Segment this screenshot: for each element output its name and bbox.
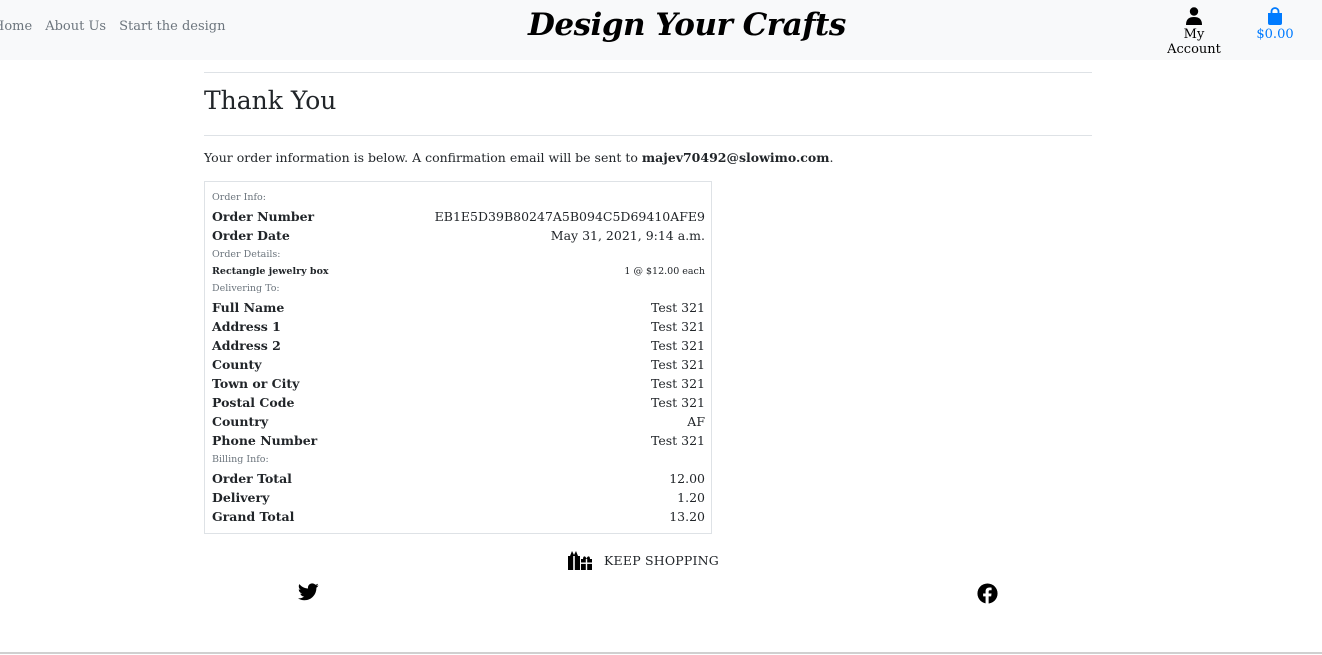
order-number-row: Order Number EB1E5D39B80247A5B094C5D6941… [212,207,705,226]
delivery-row: Address 2 Test 321 [212,336,705,355]
page-title: Thank You [204,86,337,115]
billing-label: Delivery [212,490,270,505]
facebook-link[interactable] [977,583,998,608]
confirmation-period: . [829,150,834,165]
delivery-row: Country AF [212,412,705,431]
delivery-label: Address 1 [212,319,281,334]
site-logo[interactable]: Design Your Crafts [528,7,846,43]
order-details-heading: Order Details: [212,249,281,260]
my-account-label: My Account [1167,27,1221,57]
footer-divider [0,652,1322,654]
nav-about-link[interactable]: About Us [45,19,106,34]
billing-row: Delivery 1.20 [212,488,705,507]
delivery-value: Test 321 [650,357,705,372]
delivery-value: Test 321 [650,376,705,391]
delivery-row: Phone Number Test 321 [212,431,705,450]
confirmation-message: Your order information is below. A confi… [204,150,833,165]
user-icon [1186,7,1202,25]
billing-label: Order Total [212,471,292,486]
facebook-icon [977,583,998,604]
delivery-value: Test 321 [650,319,705,334]
billing-label: Grand Total [212,509,295,524]
order-item-row: Rectangle jewelry box 1 @ $12.00 each [212,262,705,281]
delivery-label: Phone Number [212,433,318,448]
delivery-label: Address 2 [212,338,281,353]
delivery-value: Test 321 [650,300,705,315]
gifts-icon [568,551,592,570]
delivery-label: Full Name [212,300,285,315]
delivery-label: Postal Code [212,395,295,410]
delivery-row: Full Name Test 321 [212,298,705,317]
billing-info-heading: Billing Info: [212,454,269,465]
delivery-label: Country [212,414,269,429]
delivery-label: Town or City [212,376,300,391]
main-nav: Home About Us Start the design [0,19,226,34]
order-date-row: Order Date May 31, 2021, 9:14 a.m. [212,226,705,245]
order-item-quantity: 1 @ $12.00 each [624,266,705,277]
order-summary: Order Info: Order Number EB1E5D39B80247A… [204,181,712,534]
billing-value: 13.20 [669,509,705,524]
keep-shopping-button[interactable]: KEEP SHOPPING [567,550,719,570]
order-item-name: Rectangle jewelry box [212,266,329,277]
twitter-icon [297,583,319,601]
nav-home-link[interactable]: Home [0,19,32,34]
billing-value: 12.00 [669,471,705,486]
keep-shopping-label: KEEP SHOPPING [604,552,719,568]
delivery-value: Test 321 [650,338,705,353]
delivery-row: Address 1 Test 321 [212,317,705,336]
delivery-row: Postal Code Test 321 [212,393,705,412]
shopping-bag-icon [1268,7,1282,25]
order-number-label: Order Number [212,209,315,224]
cart-button[interactable]: $0.00 [1254,7,1296,42]
nav-start-design-link[interactable]: Start the design [119,19,225,34]
delivery-row: Town or City Test 321 [212,374,705,393]
delivering-to-heading: Delivering To: [212,283,280,294]
order-date-label: Order Date [212,228,290,243]
delivery-label: County [212,357,262,372]
billing-row: Grand Total 13.20 [212,507,705,526]
cart-total: $0.00 [1256,27,1294,42]
divider-top [204,72,1092,73]
divider-title [204,135,1092,136]
site-header: Home About Us Start the design Design Yo… [0,0,1322,60]
twitter-link[interactable] [297,583,319,605]
delivery-value: Test 321 [650,433,705,448]
delivery-value: AF [687,414,705,429]
confirmation-email: majev70492@slowimo.com [641,150,830,165]
billing-row: Order Total 12.00 [212,469,705,488]
billing-value: 1.20 [677,490,705,505]
order-info-heading: Order Info: [212,192,266,203]
my-account-button[interactable]: My Account [1157,7,1231,57]
order-date-value: May 31, 2021, 9:14 a.m. [550,228,705,243]
order-number-value: EB1E5D39B80247A5B094C5D69410AFE9 [434,209,705,224]
confirmation-text: Your order information is below. A confi… [204,150,642,165]
delivery-value: Test 321 [650,395,705,410]
delivery-row: County Test 321 [212,355,705,374]
